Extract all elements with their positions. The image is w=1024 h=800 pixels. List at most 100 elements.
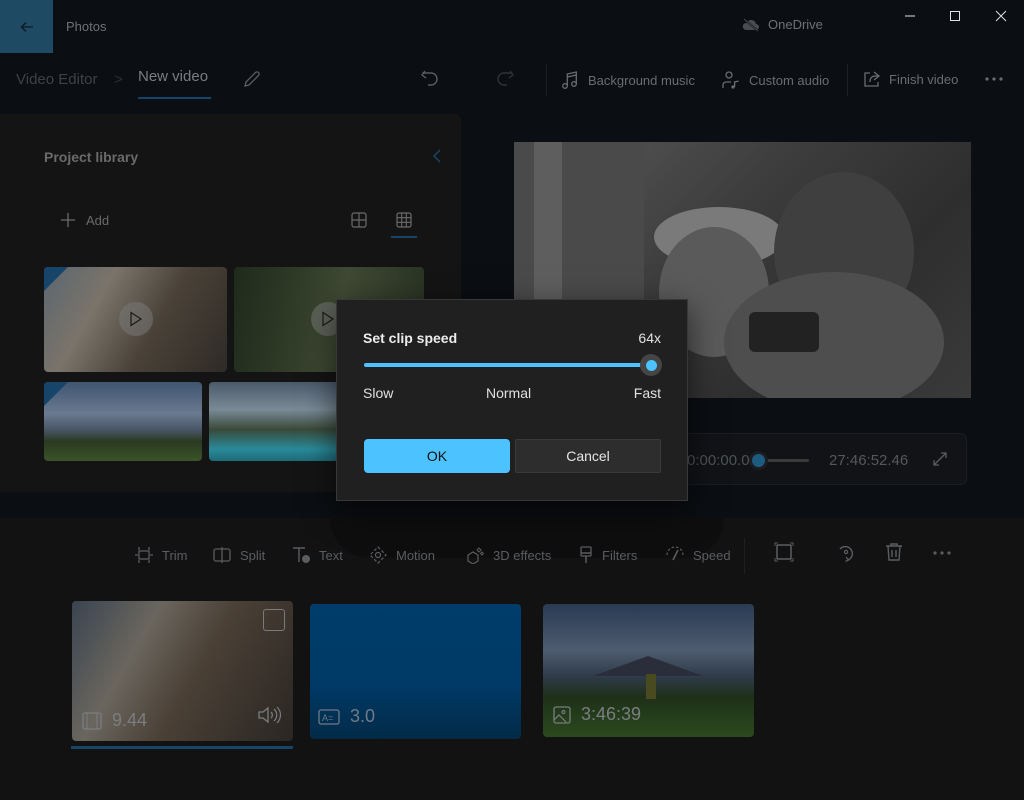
cancel-button[interactable]: Cancel [515,439,661,473]
small-grid-view-button[interactable] [396,212,412,233]
custom-audio-label: Custom audio [749,72,830,88]
finish-video-label: Finish video [889,72,959,87]
add-label: Add [86,212,110,228]
custom-audio-button[interactable]: Custom audio [721,70,829,90]
small-grid-icon [396,212,412,228]
motion-button[interactable]: Motion [368,546,435,564]
maximize-icon [950,11,960,21]
edit-toolbar-divider [744,538,745,574]
speed-button[interactable]: Speed [665,546,731,564]
finish-video-button[interactable]: Finish video [862,70,958,89]
collapse-library-button[interactable] [431,148,443,169]
fullscreen-button[interactable] [932,451,948,472]
image-icon [553,705,571,724]
ok-button[interactable]: OK [364,439,510,473]
timeline-clip-photo[interactable]: 3:46:39 [543,604,754,737]
speed-label: Speed [693,547,731,563]
in-timeline-flag [44,382,68,406]
undo-button[interactable] [420,68,440,95]
speed-slider-track[interactable] [364,363,654,367]
clip-select-checkbox[interactable] [263,609,285,631]
clip-duration-value: 9.44 [112,710,148,730]
breadcrumb-separator: > [114,71,123,88]
close-icon [995,10,1007,22]
redo-button[interactable] [495,68,515,95]
3d-effects-label: 3D effects [493,547,552,563]
breadcrumb-underline [138,97,211,99]
onedrive-label: OneDrive [768,17,823,32]
svg-text:A=: A= [322,713,333,723]
undo-icon [421,70,438,86]
library-title: Project library [44,149,139,165]
total-time: 27:46:52.46 [829,452,909,469]
playback-controls: 0:00:00.00 27:46:52.46 [660,433,967,485]
clip-audio-button[interactable] [257,706,281,729]
more-icon [985,77,1003,81]
share-icon [864,71,881,87]
title-card-icon: A= [318,708,340,725]
3d-effects-icon [467,547,485,564]
cloud-offline-icon [742,17,759,32]
clip-duration: A= 3.0 [318,706,375,727]
play-icon [119,302,153,336]
split-icon [213,547,231,563]
timeline-clip-video[interactable]: 9.44 [72,601,293,741]
large-grid-icon [351,212,367,228]
clip-duration: 3:46:39 [553,704,641,725]
trim-label: Trim [162,547,188,563]
maximize-button[interactable] [943,6,967,26]
pencil-icon [244,71,260,87]
film-icon [82,711,102,730]
more-options-button[interactable] [984,72,1004,91]
filters-button[interactable]: Filters [578,546,637,564]
library-item-couple-video[interactable] [44,267,227,372]
more-icon [933,551,951,555]
delete-button[interactable] [885,542,903,567]
view-selected-indicator [391,236,417,238]
library-item-mountain-photo[interactable] [44,382,202,461]
delete-icon [886,543,902,561]
text-button[interactable]: Text [291,546,343,564]
breadcrumb-video-editor[interactable]: Video Editor [16,71,97,88]
dialog-title: Set clip speed [363,330,458,346]
timeline-clip-title-card[interactable]: A= 3.0 [310,604,521,739]
volume-icon [258,706,281,724]
3d-effects-button[interactable]: 3D effects [465,546,551,564]
slow-label: Slow [363,385,394,401]
chevron-left-icon [432,149,441,163]
more-edit-options-button[interactable] [932,546,952,564]
current-time: 0:00:00.00 [687,452,758,469]
crop-icon [774,542,794,562]
clip-duration-value: 3:46:39 [581,704,642,724]
redo-icon [497,70,514,86]
app-title: Photos [66,19,107,34]
minimize-button[interactable] [898,6,922,26]
trim-button[interactable]: Trim [134,546,188,564]
split-label: Split [240,547,266,563]
fast-label: Fast [633,385,661,401]
plus-icon [61,213,75,227]
back-button[interactable] [0,0,53,53]
arrow-left-icon [20,21,33,32]
crop-button[interactable] [774,542,794,567]
onedrive-status[interactable]: OneDrive [742,17,823,32]
speed-icon [666,546,684,561]
toolbar-divider [546,64,547,96]
close-button[interactable] [989,6,1013,26]
photos-video-editor: Photos OneDrive Video Editor > New video… [0,0,1024,800]
clip-duration-value: 3.0 [350,706,376,726]
speed-slider-thumb[interactable] [640,354,662,376]
text-label: Text [319,547,343,563]
rename-button[interactable] [242,69,262,94]
filters-icon [580,546,592,563]
background-music-button[interactable]: Background music [560,70,695,90]
seek-thumb[interactable] [752,454,765,467]
library-item-lake-photo[interactable] [209,382,339,461]
set-clip-speed-dialog: Set clip speed 64x Slow Normal Fast OK C… [336,299,688,501]
motion-label: Motion [396,547,436,563]
large-grid-view-button[interactable] [351,212,367,233]
text-icon [293,547,310,563]
add-media-button[interactable]: Add [60,212,109,228]
split-button[interactable]: Split [212,546,265,564]
rotate-button[interactable] [836,542,856,567]
